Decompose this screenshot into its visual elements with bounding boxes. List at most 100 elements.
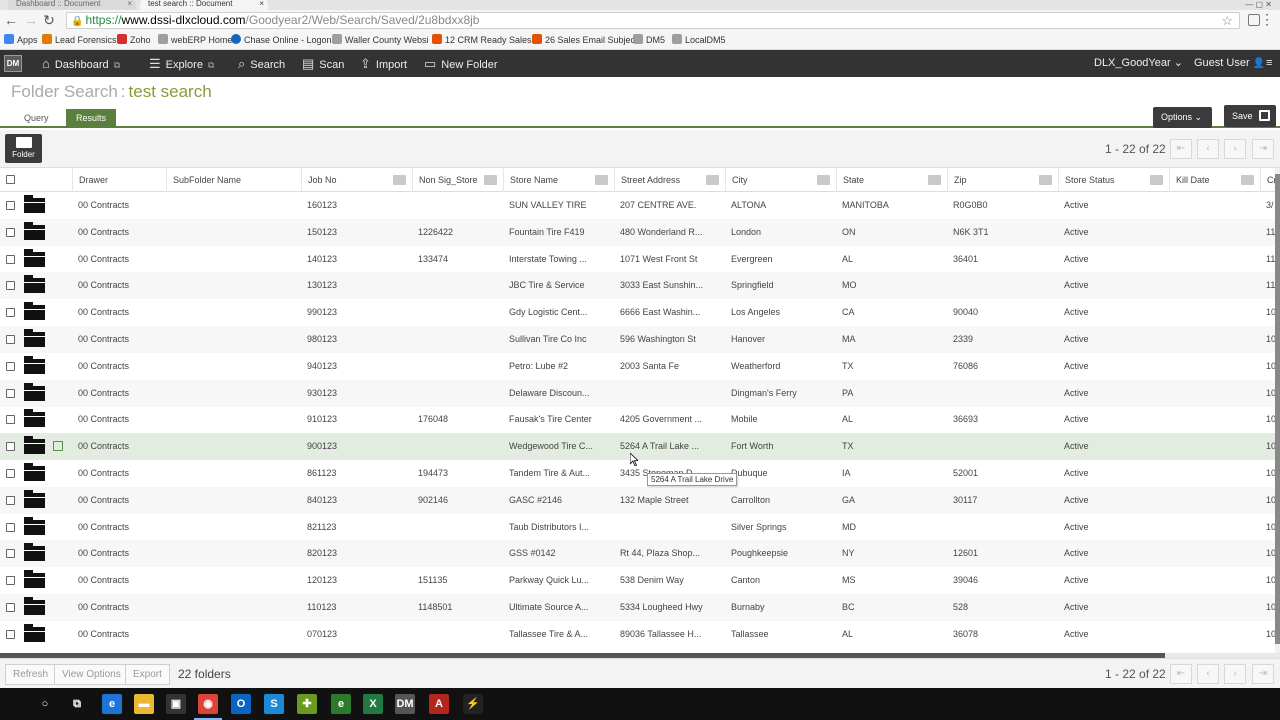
column-header-subfolder[interactable]: SubFolder Name bbox=[166, 168, 301, 192]
folder-icon[interactable] bbox=[24, 516, 45, 535]
column-header-street-address[interactable]: Street Address bbox=[614, 168, 725, 192]
last-page-button[interactable]: ⇥ bbox=[1252, 664, 1274, 684]
bookmark-weberp[interactable]: webERP Home bbox=[158, 34, 232, 46]
folder-icon[interactable] bbox=[24, 409, 45, 428]
row-checkbox[interactable] bbox=[6, 254, 15, 264]
row-checkbox[interactable] bbox=[6, 388, 15, 398]
view-options-button[interactable]: View Options bbox=[54, 664, 129, 685]
taskbar-dm-icon[interactable]: DM bbox=[395, 694, 415, 714]
last-page-button[interactable]: ⇥ bbox=[1252, 139, 1274, 159]
taskbar-outlook-icon[interactable]: O bbox=[231, 694, 251, 714]
row-checkbox[interactable] bbox=[6, 201, 15, 210]
row-checkbox[interactable] bbox=[6, 361, 15, 371]
table-row[interactable]: 00 Contracts 940123 Petro: Lube #2 2003 San… bbox=[0, 353, 1280, 380]
taskbar-app-icon[interactable]: S bbox=[264, 694, 284, 714]
first-page-button[interactable]: ⇤ bbox=[1170, 664, 1192, 684]
table-row[interactable]: 00 Contracts 820123 GSS #0142 Rt 44, Plaza … bbox=[0, 540, 1280, 568]
folder-icon[interactable] bbox=[24, 302, 45, 321]
prev-page-button[interactable]: ‹ bbox=[1197, 664, 1219, 684]
row-checkbox[interactable] bbox=[6, 576, 15, 586]
user-menu[interactable]: Guest User 👤 bbox=[1194, 50, 1265, 77]
taskbar-file-explorer-icon[interactable]: ▬ bbox=[134, 694, 154, 714]
taskbar-chrome-icon[interactable]: ◉ bbox=[194, 694, 222, 720]
next-page-button[interactable]: › bbox=[1224, 139, 1246, 159]
row-checkbox[interactable] bbox=[6, 227, 15, 237]
nav-import[interactable]: ⇪ Import bbox=[360, 50, 407, 77]
table-row[interactable]: 00 Contracts 120123 151135 Parkway Quick Lu… bbox=[0, 567, 1280, 594]
window-controls[interactable]: — ▢ ✕ bbox=[1245, 0, 1272, 9]
taskbar-browser-icon[interactable]: e bbox=[331, 694, 351, 714]
nav-search[interactable]: ⌕ Search bbox=[238, 50, 285, 77]
extension-icon[interactable] bbox=[1248, 14, 1260, 26]
bookmark-apps[interactable]: Apps bbox=[4, 34, 38, 46]
forward-arrow-icon[interactable]: → bbox=[22, 12, 40, 28]
row-checkbox[interactable] bbox=[6, 281, 15, 291]
taskbar-task-view-icon[interactable]: ⧉ bbox=[67, 694, 87, 714]
bookmark-star-icon[interactable]: ☆ bbox=[1221, 13, 1233, 28]
folder-icon[interactable] bbox=[24, 355, 45, 374]
close-icon[interactable]: × bbox=[127, 0, 132, 8]
select-all-checkbox[interactable] bbox=[6, 175, 15, 184]
bookmark-chase[interactable]: Chase Online - Logon bbox=[231, 34, 332, 46]
browser-tab-test-search[interactable]: test search :: Document × bbox=[140, 0, 268, 10]
row-checkbox[interactable] bbox=[6, 522, 15, 532]
folder-button[interactable]: Folder bbox=[5, 134, 42, 163]
bookmark-lead-forensics[interactable]: Lead Forensics bbox=[42, 34, 117, 46]
nav-new-folder[interactable]: ▭ New Folder bbox=[424, 50, 498, 77]
folder-icon[interactable] bbox=[24, 248, 45, 267]
browser-tab-dashboard[interactable]: Dashboard :: Document × bbox=[8, 0, 136, 10]
reload-icon[interactable]: ↻ bbox=[40, 12, 58, 29]
back-arrow-icon[interactable]: ← bbox=[2, 12, 20, 28]
options-button[interactable]: Options ⌄ bbox=[1153, 107, 1212, 128]
folder-icon[interactable] bbox=[24, 275, 45, 294]
bookmark-localdm5[interactable]: LocalDM5 bbox=[672, 34, 726, 46]
bookmark-waller-county[interactable]: Waller County Websi bbox=[332, 34, 429, 46]
folder-icon[interactable] bbox=[24, 489, 45, 508]
taskbar-app2-icon[interactable]: ✚ bbox=[297, 694, 317, 714]
row-checkbox[interactable] bbox=[6, 603, 15, 612]
column-header-store-name[interactable]: Store Name bbox=[503, 168, 614, 192]
folder-icon[interactable] bbox=[24, 195, 45, 213]
folder-icon[interactable] bbox=[24, 623, 45, 642]
vertical-scrollbar[interactable] bbox=[1275, 168, 1280, 653]
nav-explore[interactable]: ☰ Explore ⧉ bbox=[149, 50, 214, 77]
folder-icon[interactable] bbox=[24, 329, 45, 347]
column-header-state[interactable]: State bbox=[836, 168, 947, 192]
taskbar-edge-icon[interactable]: e bbox=[102, 694, 122, 714]
table-row[interactable]: 00 Contracts 130123 JBC Tire & Service 3033… bbox=[0, 272, 1280, 300]
column-header-zip[interactable]: Zip bbox=[947, 168, 1058, 192]
browser-menu-icon[interactable]: ⋮ bbox=[1260, 11, 1274, 28]
taskbar-store-icon[interactable]: ▣ bbox=[166, 694, 186, 714]
row-checkbox[interactable] bbox=[6, 415, 15, 425]
row-checkbox[interactable] bbox=[6, 549, 15, 559]
close-icon[interactable]: × bbox=[259, 0, 264, 8]
column-header-store-status[interactable]: Store Status bbox=[1058, 168, 1169, 192]
url-field[interactable]: 🔒 https://www.dssi-dlxcloud.com/Goodyear2… bbox=[66, 12, 1240, 29]
bookmark-sales-email[interactable]: 26 Sales Email Subjec bbox=[532, 34, 635, 46]
nav-scan[interactable]: ▤ Scan bbox=[302, 50, 344, 77]
table-row[interactable]: 00 Contracts 070123 Tallassee Tire & A... 8… bbox=[0, 621, 1280, 648]
row-checkbox[interactable] bbox=[6, 469, 15, 478]
taskbar-acrobat-icon[interactable]: A bbox=[429, 694, 449, 714]
hamburger-menu-icon[interactable]: ≡ bbox=[1266, 50, 1272, 77]
refresh-button[interactable]: Refresh bbox=[5, 664, 57, 685]
table-row[interactable]: 00 Contracts 150123 1226422 Fountain Tire F… bbox=[0, 218, 1280, 246]
row-checkbox[interactable] bbox=[6, 335, 15, 344]
bookmark-dm5[interactable]: DM5 bbox=[633, 34, 665, 46]
save-button[interactable]: Save bbox=[1224, 105, 1276, 127]
folder-icon[interactable] bbox=[24, 382, 45, 401]
first-page-button[interactable]: ⇤ bbox=[1170, 139, 1192, 159]
column-header-city[interactable]: City bbox=[725, 168, 836, 192]
app-logo[interactable]: DM bbox=[4, 55, 22, 72]
table-row[interactable]: 00 Contracts 900123 Wedgewood Tire C... 526… bbox=[0, 433, 1280, 461]
export-button[interactable]: Export bbox=[125, 664, 170, 685]
scroll-thumb[interactable] bbox=[1275, 174, 1280, 644]
folder-icon[interactable] bbox=[24, 570, 45, 589]
table-row[interactable]: 00 Contracts 980123 Sullivan Tire Co Inc 59… bbox=[0, 326, 1280, 353]
company-selector[interactable]: DLX_GoodYear ⌄ bbox=[1094, 50, 1183, 77]
column-header-non-sig-store[interactable]: Non Sig_Store bbox=[412, 168, 503, 192]
row-checkbox[interactable] bbox=[6, 495, 15, 505]
prev-page-button[interactable]: ‹ bbox=[1197, 139, 1219, 159]
open-external-icon[interactable] bbox=[53, 441, 63, 452]
folder-icon[interactable] bbox=[24, 436, 45, 455]
